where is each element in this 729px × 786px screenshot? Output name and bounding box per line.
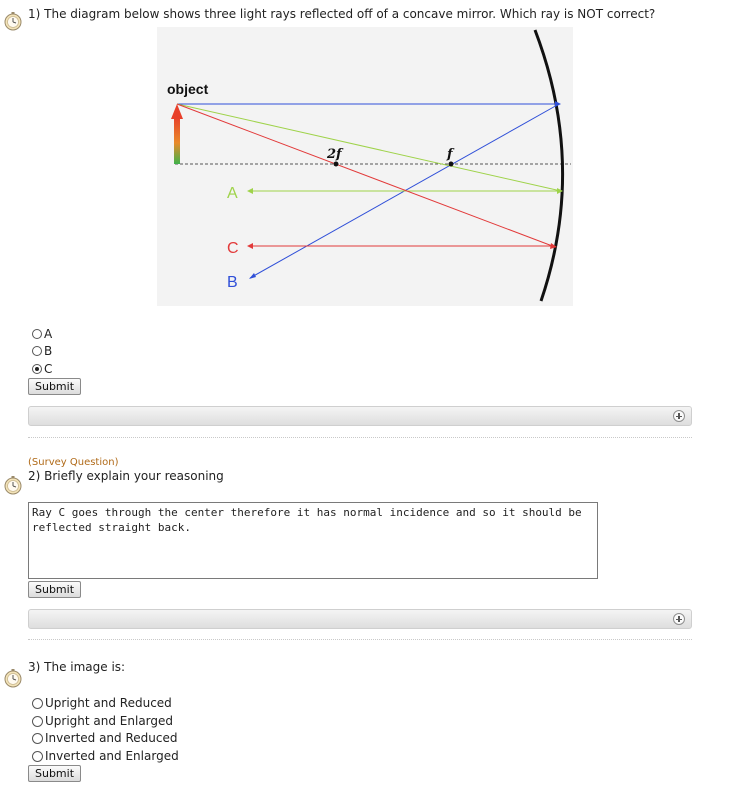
survey-question-tag: (Survey Question) — [28, 457, 119, 468]
option-label: Inverted and Reduced — [45, 731, 178, 745]
object-arrow-shaft — [174, 117, 180, 164]
question-3-title: 3) The image is: — [28, 660, 126, 674]
radio-a[interactable] — [32, 329, 42, 339]
question-2-title: 2) Briefly explain your reasoning — [28, 469, 224, 483]
f-point — [448, 161, 454, 167]
submit-button-q1[interactable]: Submit — [28, 378, 82, 395]
option-c-label: C — [44, 362, 53, 376]
feedback-bar-q1[interactable] — [28, 406, 692, 426]
radio-b[interactable] — [32, 346, 42, 356]
two-f-label: 2f — [326, 147, 344, 162]
option-upright-enlarged[interactable]: Upright and Enlarged — [32, 713, 173, 729]
option-b-label: B — [44, 344, 53, 358]
feedback-bar-q2[interactable] — [28, 609, 692, 629]
option-a[interactable]: A — [32, 326, 52, 342]
ray-c-label: C — [227, 240, 239, 257]
reasoning-textarea[interactable]: Ray C goes through the center therefore … — [28, 502, 598, 579]
ray-b-label: B — [227, 274, 238, 291]
radio-inverted-reduced[interactable] — [32, 732, 43, 744]
option-c[interactable]: C — [32, 361, 52, 377]
radio-inverted-enlarged[interactable] — [32, 750, 43, 762]
option-label: Upright and Enlarged — [45, 714, 174, 728]
submit-button-q3[interactable]: Submit — [28, 765, 82, 782]
divider — [28, 437, 692, 438]
plus-circle-icon[interactable] — [673, 613, 685, 625]
concave-mirror-diagram: object 2f f A C B — [157, 27, 573, 306]
option-inverted-reduced[interactable]: Inverted and Reduced — [32, 730, 177, 746]
question-1-title: 1) The diagram below shows three light r… — [28, 7, 656, 21]
option-label: Upright and Reduced — [45, 696, 172, 710]
option-upright-reduced[interactable]: Upright and Reduced — [32, 695, 172, 711]
submit-button-q2[interactable]: Submit — [28, 581, 82, 598]
object-label: object — [167, 81, 209, 97]
stopwatch-icon — [4, 476, 22, 495]
plus-circle-icon[interactable] — [673, 410, 685, 422]
diagram-background — [157, 27, 573, 306]
stopwatch-icon — [4, 669, 22, 688]
option-label: Inverted and Enlarged — [45, 749, 179, 763]
stopwatch-icon — [4, 12, 22, 31]
two-f-point — [333, 161, 339, 167]
radio-upright-enlarged[interactable] — [32, 715, 43, 727]
option-a-label: A — [44, 327, 53, 341]
radio-c-selected[interactable] — [32, 364, 42, 374]
option-b[interactable]: B — [32, 343, 52, 359]
option-inverted-enlarged[interactable]: Inverted and Enlarged — [32, 748, 179, 764]
ray-a-label: A — [227, 185, 238, 202]
divider — [28, 639, 692, 640]
radio-upright-reduced[interactable] — [32, 697, 43, 709]
